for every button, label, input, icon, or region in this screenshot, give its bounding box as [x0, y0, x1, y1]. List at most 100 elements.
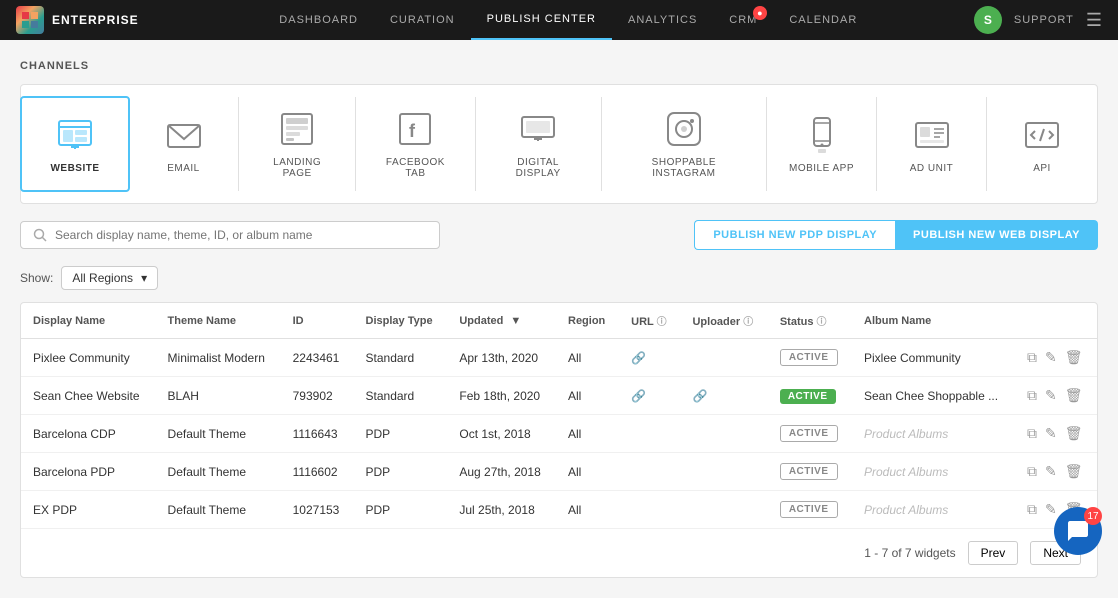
- channel-digital-display-label: DIGITAL DISPLAY: [496, 157, 581, 179]
- col-status[interactable]: Status ⓘ: [768, 303, 852, 339]
- landing-page-icon: [277, 109, 317, 149]
- col-display-type[interactable]: Display Type: [354, 303, 448, 339]
- row2-region: All: [556, 377, 619, 415]
- mobile-app-icon: [802, 115, 842, 155]
- channel-ad-unit[interactable]: AD UNIT: [877, 97, 987, 191]
- row3-status: ACTIVE: [768, 415, 852, 453]
- row5-display-type: PDP: [354, 491, 448, 529]
- edit-icon[interactable]: ✎: [1045, 349, 1057, 366]
- row5-id: 1027153: [281, 491, 354, 529]
- nav-dashboard[interactable]: DASHBOARD: [263, 0, 374, 40]
- channel-landing-page[interactable]: LANDING PAGE: [239, 97, 356, 191]
- row4-display-name: Barcelona PDP: [21, 453, 156, 491]
- url-link-icon[interactable]: 🔗: [631, 351, 646, 365]
- main-content: CHANNELS WEBSITE EMAIL: [0, 40, 1118, 598]
- row1-id: 2243461: [281, 339, 354, 377]
- col-uploader[interactable]: Uploader ⓘ: [680, 303, 767, 339]
- row1-actions: ⧉ ✎ 🗑: [1015, 339, 1097, 377]
- channel-landing-page-label: LANDING PAGE: [259, 157, 335, 179]
- pagination-info: 1 - 7 of 7 widgets: [864, 546, 955, 560]
- support-button[interactable]: SUPPORT: [1014, 14, 1074, 26]
- col-theme-name[interactable]: Theme Name: [156, 303, 281, 339]
- url-link-icon[interactable]: 🔗: [631, 389, 646, 403]
- edit-icon[interactable]: ✎: [1045, 501, 1057, 518]
- album-placeholder: Product Albums: [864, 465, 948, 479]
- nav-crm[interactable]: CRM ●: [713, 0, 773, 40]
- channel-shoppable-instagram[interactable]: SHOPPABLE INSTAGRAM: [602, 97, 767, 191]
- table-row: EX PDP Default Theme 1027153 PDP Jul 25t…: [21, 491, 1097, 529]
- row2-album: Sean Chee Shoppable ...: [852, 377, 1015, 415]
- table-row: Pixlee Community Minimalist Modern 22434…: [21, 339, 1097, 377]
- row4-url: [619, 453, 680, 491]
- user-avatar[interactable]: S: [974, 6, 1002, 34]
- hamburger-menu[interactable]: ☰: [1086, 10, 1102, 31]
- nav-calendar[interactable]: CALENDAR: [773, 0, 873, 40]
- row2-theme-name: BLAH: [156, 377, 281, 415]
- row1-url: 🔗: [619, 339, 680, 377]
- nav-links: DASHBOARD CURATION PUBLISH CENTER ANALYT…: [163, 0, 974, 40]
- channel-api[interactable]: API: [987, 97, 1097, 191]
- prev-button[interactable]: Prev: [968, 541, 1019, 565]
- nav-analytics[interactable]: ANALYTICS: [612, 0, 713, 40]
- crm-badge: ●: [753, 6, 767, 20]
- row5-updated: Jul 25th, 2018: [447, 491, 556, 529]
- status-badge: ACTIVE: [780, 389, 836, 404]
- nav-curation[interactable]: CURATION: [374, 0, 471, 40]
- copy-icon[interactable]: ⧉: [1027, 463, 1037, 480]
- row3-url: [619, 415, 680, 453]
- channel-facebook-tab[interactable]: f FACEBOOK TAB: [356, 97, 475, 191]
- publish-web-button[interactable]: PUBLISH NEW WEB DISPLAY: [895, 220, 1098, 250]
- nav-publish-center[interactable]: PUBLISH CENTER: [471, 0, 612, 40]
- edit-icon[interactable]: ✎: [1045, 425, 1057, 442]
- chat-bubble[interactable]: 17: [1054, 507, 1102, 555]
- channel-mobile-app[interactable]: MOBILE APP: [767, 97, 877, 191]
- row1-album: Pixlee Community: [852, 339, 1015, 377]
- channel-website[interactable]: WEBSITE: [20, 96, 130, 192]
- copy-icon[interactable]: ⧉: [1027, 501, 1037, 518]
- filter-show-label: Show:: [20, 271, 53, 285]
- channel-digital-display[interactable]: DIGITAL DISPLAY: [476, 97, 602, 191]
- row1-updated: Apr 13th, 2020: [447, 339, 556, 377]
- status-info-icon[interactable]: ⓘ: [817, 317, 827, 328]
- brand[interactable]: ENTERPRISE: [16, 6, 139, 34]
- row5-theme-name: Default Theme: [156, 491, 281, 529]
- row5-status: ACTIVE: [768, 491, 852, 529]
- col-id[interactable]: ID: [281, 303, 354, 339]
- uploader-info-icon[interactable]: ⓘ: [743, 317, 753, 328]
- col-updated[interactable]: Updated ▼: [447, 303, 556, 339]
- search-box[interactable]: [20, 221, 440, 249]
- edit-icon[interactable]: ✎: [1045, 387, 1057, 404]
- col-url[interactable]: URL ⓘ: [619, 303, 680, 339]
- copy-icon[interactable]: ⧉: [1027, 387, 1037, 404]
- delete-icon[interactable]: 🗑: [1065, 463, 1083, 480]
- edit-icon[interactable]: ✎: [1045, 463, 1057, 480]
- row3-display-type: PDP: [354, 415, 448, 453]
- copy-icon[interactable]: ⧉: [1027, 425, 1037, 442]
- delete-icon[interactable]: 🗑: [1065, 349, 1083, 366]
- url-info-icon[interactable]: ⓘ: [657, 317, 667, 328]
- api-icon: [1022, 115, 1062, 155]
- publish-pdp-button[interactable]: PUBLISH NEW PDP DISPLAY: [694, 220, 895, 250]
- delete-icon[interactable]: 🗑: [1065, 425, 1083, 442]
- row3-album: Product Albums: [852, 415, 1015, 453]
- uploader-link-icon[interactable]: 🔗: [692, 389, 707, 403]
- album-placeholder: Product Albums: [864, 503, 948, 517]
- nav-right: S SUPPORT ☰: [974, 6, 1102, 34]
- row1-region: All: [556, 339, 619, 377]
- row2-uploader: 🔗: [680, 377, 767, 415]
- copy-icon[interactable]: ⧉: [1027, 349, 1037, 366]
- col-album-name[interactable]: Album Name: [852, 303, 1015, 339]
- status-badge: ACTIVE: [780, 463, 838, 480]
- col-display-name[interactable]: Display Name: [21, 303, 156, 339]
- delete-icon[interactable]: 🗑: [1065, 387, 1083, 404]
- status-badge: ACTIVE: [780, 501, 838, 518]
- row1-display-name: Pixlee Community: [21, 339, 156, 377]
- row3-uploader: [680, 415, 767, 453]
- sort-arrow-icon: ▼: [510, 315, 521, 327]
- channel-email[interactable]: EMAIL: [129, 97, 239, 191]
- search-input[interactable]: [55, 228, 427, 242]
- region-filter[interactable]: All Regions ▾: [61, 266, 158, 290]
- col-region[interactable]: Region: [556, 303, 619, 339]
- filter-row: Show: All Regions ▾: [20, 266, 1098, 290]
- row2-id: 793902: [281, 377, 354, 415]
